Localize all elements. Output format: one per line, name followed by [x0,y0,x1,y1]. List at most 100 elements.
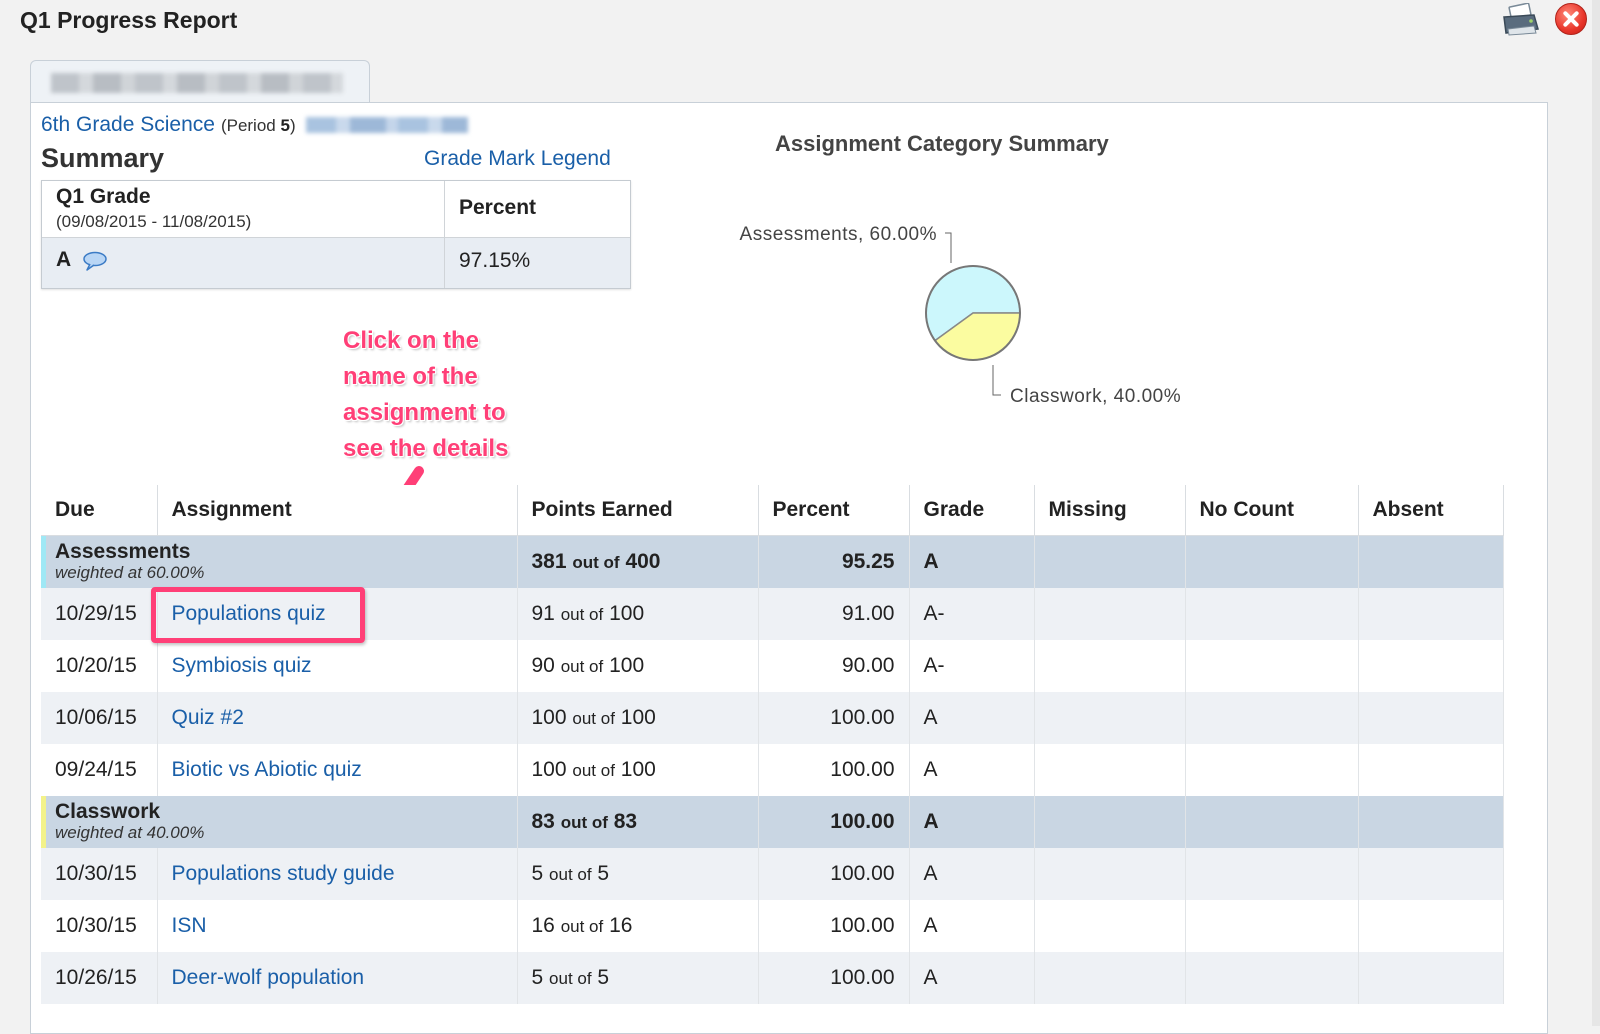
category-points: 381 out of 400 [517,535,759,588]
assignment-grade: A [909,900,1035,952]
percent-header: Percent [459,196,537,219]
missing-cell [1034,952,1186,1004]
category-color-bar [41,796,46,848]
school-name-redacted [51,73,343,93]
course-period: (Period 5) [220,116,296,135]
category-row-assessments: Assessments weighted at 60.00% 381 out o… [41,535,1504,588]
col-due[interactable]: Due [41,485,158,536]
comment-bubble-icon[interactable] [82,251,108,271]
table-row: 10/06/15 Quiz #2 100 out of 100 100.00 A [41,692,1504,744]
course-header: 6th Grade Science (Period 5) [41,113,468,137]
assignment-percent: 91.00 [758,588,910,640]
assignment-cell: Biotic vs Abiotic quiz [157,744,518,796]
category-grade: A [909,535,1035,588]
assignment-link[interactable]: Populations study guide [172,862,395,885]
category-percent: 95.25 [758,535,910,588]
table-row: 09/24/15 Biotic vs Abiotic quiz 100 out … [41,744,1504,796]
close-icon[interactable] [1555,3,1587,35]
col-grade[interactable]: Grade [909,485,1035,536]
q1-grade-label: Q1 Grade [56,185,151,208]
scrollbar[interactable] [1592,0,1600,1026]
absent-cell [1358,900,1504,952]
assignment-link[interactable]: Populations quiz [172,602,326,625]
missing-cell [1034,900,1186,952]
assignment-link[interactable]: Symbiosis quiz [172,654,312,677]
due-date: 09/24/15 [41,744,158,796]
course-name-link[interactable]: 6th Grade Science [41,113,215,136]
no-count-cell [1185,640,1359,692]
category-row-classwork: Classwork weighted at 40.00% 83 out of 8… [41,796,1504,848]
category-no-count [1185,796,1359,848]
school-tab[interactable] [30,60,370,103]
assignment-percent: 100.00 [758,952,910,1004]
assignment-link[interactable]: Deer-wolf population [172,966,365,989]
no-count-cell [1185,744,1359,796]
category-percent: 100.00 [758,796,910,848]
teacher-name-redacted[interactable] [305,117,468,134]
missing-cell [1034,588,1186,640]
percent-header-cell: Percent [445,181,630,238]
print-icon[interactable] [1500,2,1540,37]
assignment-link[interactable]: Biotic vs Abiotic quiz [172,758,362,781]
assignment-link[interactable]: Quiz #2 [172,706,244,729]
grade-mark-legend-link[interactable]: Grade Mark Legend [424,147,611,171]
no-count-cell [1185,900,1359,952]
assignment-cell: Populations study guide [157,848,518,900]
grade-header-cell: Q1 Grade (09/08/2015 - 11/08/2015) [42,181,445,238]
category-weight: weighted at 60.00% [55,563,205,582]
grade-value-cell: A [42,238,445,288]
assignment-grade: A- [909,588,1035,640]
table-row: 10/30/15 ISN 16 out of 16 100.00 A [41,900,1504,952]
leader-line-assessments [945,232,952,263]
points-earned: 100 out of 100 [517,692,759,744]
percent-value-cell: 97.15% [445,238,630,288]
col-points-earned[interactable]: Points Earned [517,485,759,536]
grade-summary-box: Q1 Grade (09/08/2015 - 11/08/2015) Perce… [41,180,631,289]
points-earned: 100 out of 100 [517,744,759,796]
absent-cell [1358,744,1504,796]
col-assignment[interactable]: Assignment [157,485,518,536]
assignment-cell: Quiz #2 [157,692,518,744]
category-points: 83 out of 83 [517,796,759,848]
category-no-count [1185,535,1359,588]
category-cell: Classwork weighted at 40.00% [41,796,518,848]
pie-label-assessments: Assessments, 60.00% [740,224,937,245]
assignment-grade: A [909,848,1035,900]
assignment-cell: Symbiosis quiz [157,640,518,692]
due-date: 10/20/15 [41,640,158,692]
table-row: 10/26/15 Deer-wolf population 5 out of 5… [41,952,1504,1004]
missing-cell [1034,848,1186,900]
col-missing[interactable]: Missing [1034,485,1186,536]
absent-cell [1358,848,1504,900]
window-title: Q1 Progress Report [20,7,238,33]
category-absent [1358,535,1504,588]
col-absent[interactable]: Absent [1358,485,1504,536]
assignment-link[interactable]: ISN [172,914,207,937]
due-date: 10/26/15 [41,952,158,1004]
assignment-grade: A- [909,640,1035,692]
no-count-cell [1185,848,1359,900]
category-pie-chart: Assessments, 60.00% Classwork, 40.00% [740,224,1181,407]
points-earned: 5 out of 5 [517,848,759,900]
due-date: 10/30/15 [41,900,158,952]
pie-label-classwork: Classwork, 40.00% [1010,386,1181,407]
points-earned: 91 out of 100 [517,588,759,640]
absent-cell [1358,692,1504,744]
absent-cell [1358,588,1504,640]
summary-heading: Summary [41,143,165,173]
assignments-table: Due Assignment Points Earned Percent Gra… [41,485,1504,1004]
category-missing [1034,535,1186,588]
col-no-count[interactable]: No Count [1185,485,1359,536]
assignment-percent: 100.00 [758,692,910,744]
assignment-grade: A [909,692,1035,744]
absent-cell [1358,640,1504,692]
col-percent[interactable]: Percent [758,485,910,536]
due-date: 10/29/15 [41,588,158,640]
no-count-cell [1185,692,1359,744]
category-color-bar [41,536,46,588]
pie-chart-title: Assignment Category Summary [775,131,1109,156]
assignment-percent: 100.00 [758,900,910,952]
table-row: 10/20/15 Symbiosis quiz 90 out of 100 90… [41,640,1504,692]
category-cell: Assessments weighted at 60.00% [41,535,518,588]
term-percent: 97.15% [459,249,531,272]
